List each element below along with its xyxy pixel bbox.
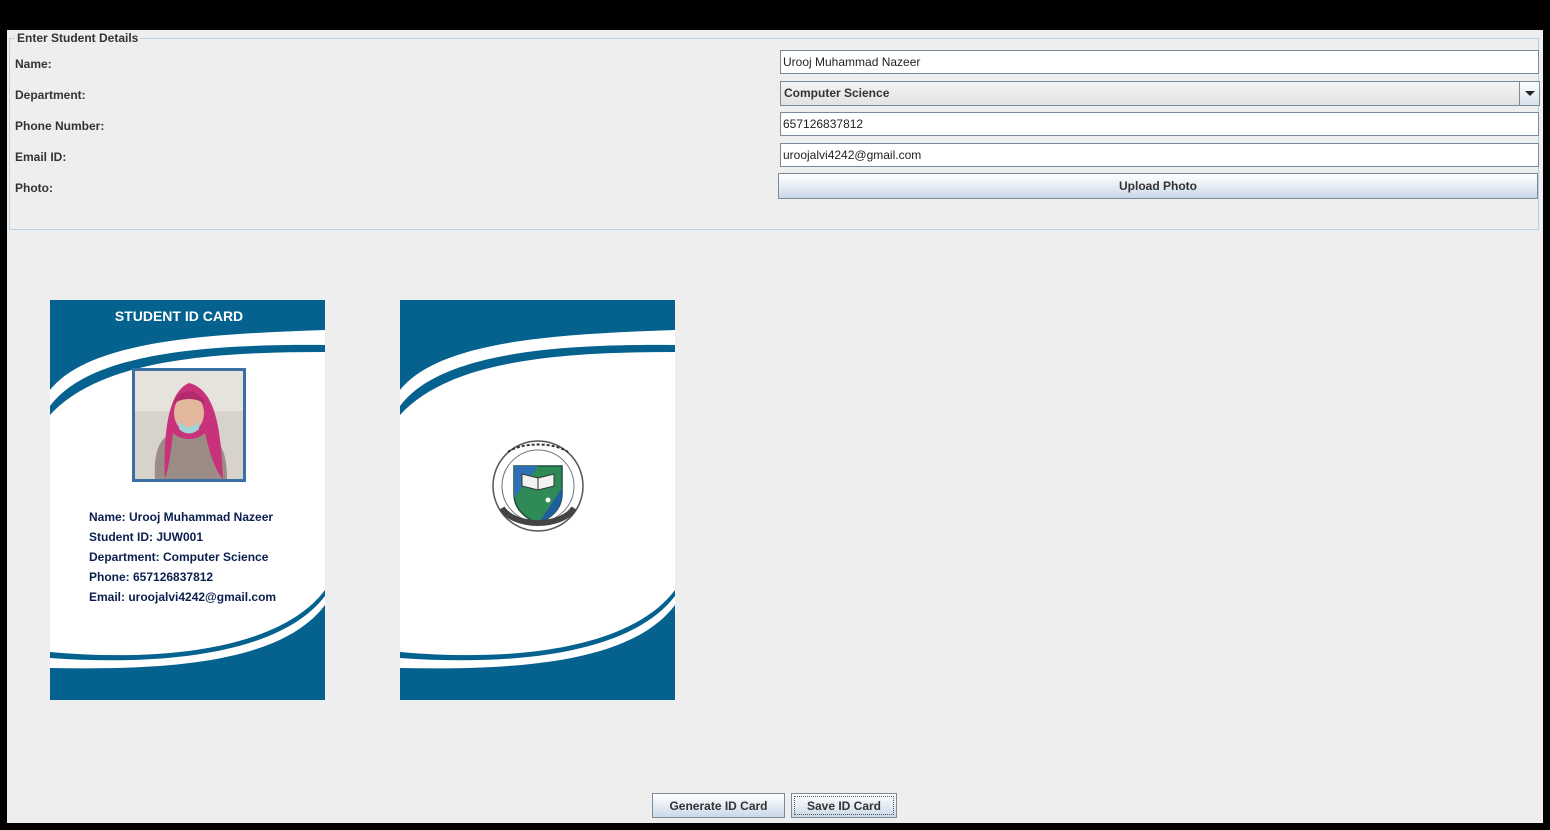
name-field[interactable]: Urooj Muhammad Nazeer xyxy=(780,50,1539,74)
save-id-card-button[interactable]: Save ID Card xyxy=(791,793,897,818)
id-card-front: STUDENT ID CARD Name: Urooj Muhammad Naz… xyxy=(50,300,325,700)
department-selected-value: Computer Science xyxy=(784,86,890,100)
phone-label: Phone Number: xyxy=(15,119,105,133)
card-title: STUDENT ID CARD xyxy=(114,308,244,324)
generate-id-card-button[interactable]: Generate ID Card xyxy=(652,793,785,818)
panel-legend: Enter Student Details xyxy=(15,31,141,45)
card-phone-row: Phone: 657126837812 xyxy=(89,570,214,584)
card-student-id-row: Student ID: JUW001 xyxy=(89,530,204,544)
main-window: Enter Student Details Name: Urooj Muhamm… xyxy=(7,30,1543,823)
card-name-row: Name: Urooj Muhammad Nazeer xyxy=(89,510,274,524)
student-details-panel: Enter Student Details Name: Urooj Muhamm… xyxy=(9,31,1540,230)
id-card-back xyxy=(400,300,675,700)
student-photo xyxy=(132,368,246,482)
card-email-row: Email: uroojalvi4242@gmail.com xyxy=(89,590,277,604)
photo-label: Photo: xyxy=(15,181,53,195)
name-label: Name: xyxy=(15,57,52,71)
university-logo-icon xyxy=(492,440,584,532)
card-front-background xyxy=(50,300,325,700)
card-department-row: Department: Computer Science xyxy=(89,550,269,564)
upload-photo-button[interactable]: Upload Photo xyxy=(778,173,1538,199)
department-select[interactable]: Computer Science xyxy=(780,81,1540,106)
phone-field[interactable]: 657126837812 xyxy=(780,112,1539,136)
card-info: Name: Urooj Muhammad Nazeer Student ID: … xyxy=(89,507,276,607)
email-field[interactable]: uroojalvi4242@gmail.com xyxy=(780,143,1539,167)
email-label: Email ID: xyxy=(15,150,67,164)
chevron-down-icon[interactable] xyxy=(1519,82,1539,105)
department-label: Department: xyxy=(15,88,86,102)
